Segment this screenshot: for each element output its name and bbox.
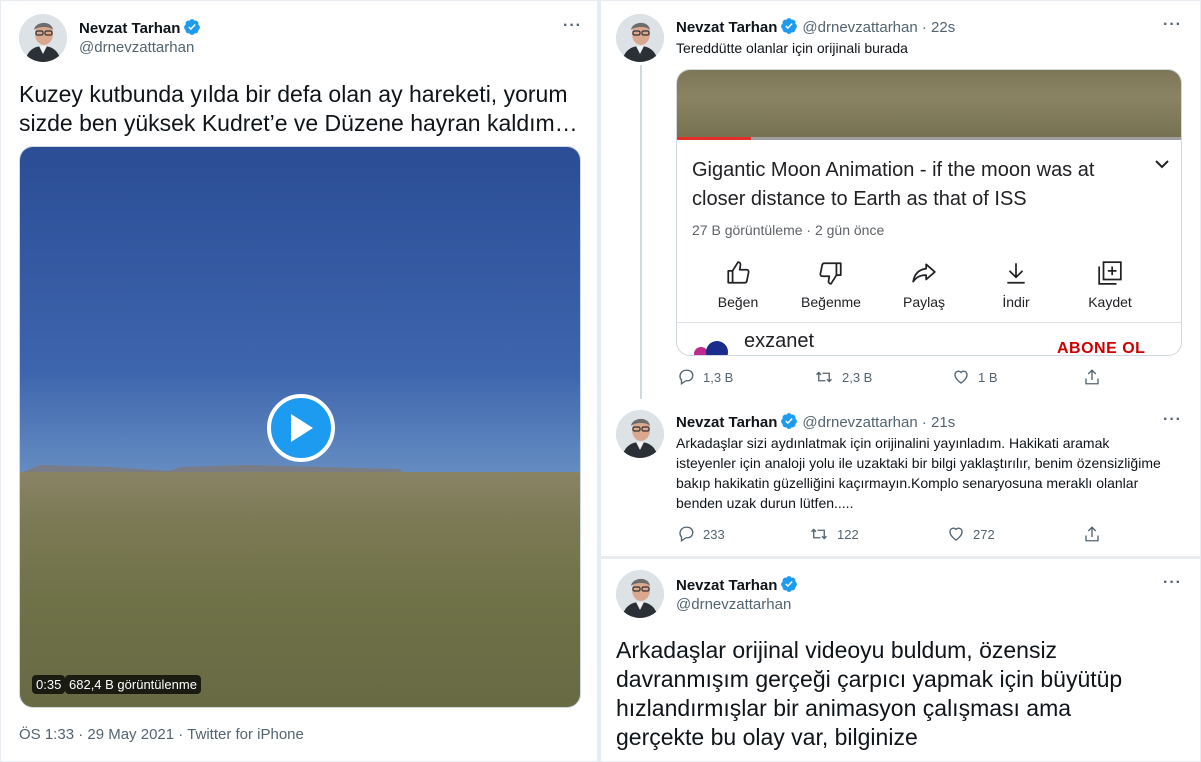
retweet-icon xyxy=(816,371,832,383)
video-stats: 27 B görüntüleme · 2 gün önce xyxy=(692,222,885,238)
share-video-label: Paylaş xyxy=(902,294,946,310)
reply-count: 233 xyxy=(703,526,725,542)
download-video-label: İndir xyxy=(1002,294,1030,310)
like-video-button[interactable]: Beğen xyxy=(693,258,783,310)
share-button[interactable] xyxy=(1083,368,1101,386)
more-options-icon[interactable]: ··· xyxy=(563,17,582,35)
add-to-playlist-icon xyxy=(1098,261,1122,285)
download-video-button[interactable]: İndir xyxy=(971,258,1061,310)
dislike-video-label: Beğenme xyxy=(801,294,861,310)
author-name-row[interactable]: Nevzat Tarhan xyxy=(676,575,798,594)
tweet-meta[interactable]: ÖS 1:33 · 29 May 2021 · Twitter for iPho… xyxy=(19,726,304,743)
play-icon xyxy=(291,414,313,442)
author-handle[interactable]: @drnevzattarhan xyxy=(676,596,791,613)
heart-icon xyxy=(954,370,968,384)
channel-name[interactable]: exzanet xyxy=(744,330,814,353)
save-video-label: Kaydet xyxy=(1088,294,1132,310)
dislike-video-button[interactable]: Beğenme xyxy=(786,258,876,310)
thumbs-down-icon xyxy=(819,262,842,285)
verified-badge-icon xyxy=(780,575,798,593)
author-name[interactable]: Nevzat Tarhan xyxy=(676,414,777,431)
save-video-button[interactable]: Kaydet xyxy=(1065,258,1155,310)
reply-thread: Nevzat Tarhan @drnevzattarhan · 22s ··· T… xyxy=(601,1,1200,556)
avatar[interactable] xyxy=(616,570,664,618)
reply-text: Arkadaşlar sizi aydınlatmak için orijina… xyxy=(676,435,1161,511)
youtube-card[interactable]: Gigantic Moon Animation - if the moon wa… xyxy=(676,69,1182,356)
main-tweet: Nevzat Tarhan @drnevzattarhan ··· Kuzey … xyxy=(1,1,597,761)
tweet-time[interactable]: · 21s xyxy=(922,414,955,431)
like-button[interactable]: 272 xyxy=(947,525,995,543)
author-name-row[interactable]: Nevzat Tarhan @drnevzattarhan · 22s xyxy=(676,17,955,36)
video-views: 682,4 B görüntülenme xyxy=(65,675,201,694)
reply-button[interactable]: 1,3 B xyxy=(677,368,733,386)
verified-badge-icon xyxy=(183,18,201,36)
reply-icon xyxy=(679,526,694,543)
author-handle[interactable]: @drnevzattarhan xyxy=(802,414,917,431)
thread-connector xyxy=(640,65,642,399)
video-title[interactable]: Gigantic Moon Animation - if the moon wa… xyxy=(692,156,1132,214)
share-video-button[interactable]: Paylaş xyxy=(879,258,969,310)
reply-button[interactable]: 233 xyxy=(677,525,725,543)
video-ground xyxy=(20,472,580,707)
channel-logo[interactable] xyxy=(691,336,733,356)
like-button[interactable]: 1 B xyxy=(952,368,998,386)
tweet-time[interactable]: · 22s xyxy=(922,19,955,36)
thumbs-up-icon xyxy=(727,261,750,284)
video-progress[interactable] xyxy=(677,137,1181,140)
more-options-icon[interactable]: ··· xyxy=(1163,411,1182,429)
author-name-row[interactable]: Nevzat Tarhan @drnevzattarhan · 21s xyxy=(676,412,955,431)
retweet-icon xyxy=(811,528,827,540)
video-player[interactable]: 0:35 682,4 B görüntülenme xyxy=(19,146,581,708)
video-progress-fill xyxy=(677,137,751,140)
chevron-down-icon[interactable] xyxy=(1155,156,1169,174)
author-name[interactable]: Nevzat Tarhan xyxy=(79,20,180,37)
like-video-label: Beğen xyxy=(717,294,759,310)
retweet-count: 122 xyxy=(837,526,859,542)
author-handle[interactable]: @drnevzattarhan xyxy=(79,39,194,56)
share-arrow-icon xyxy=(912,263,936,283)
reply-icon xyxy=(679,369,694,386)
more-options-icon[interactable]: ··· xyxy=(1163,574,1182,592)
reply-count: 1,3 B xyxy=(703,369,734,385)
tweet-text: Arkadaşlar orijinal videoyu buldum, özen… xyxy=(616,637,1123,750)
heart-icon xyxy=(949,527,963,541)
author-name[interactable]: Nevzat Tarhan xyxy=(676,577,777,594)
like-count: 272 xyxy=(973,526,995,542)
download-icon xyxy=(1007,263,1025,284)
video-thumbnail[interactable] xyxy=(677,70,1181,140)
verified-badge-icon xyxy=(780,17,798,35)
follow-up-tweet: Nevzat Tarhan @drnevzattarhan ··· Arkada… xyxy=(601,559,1200,761)
reply-text: Tereddütte olanlar için orijinali burada xyxy=(676,40,908,56)
retweet-button[interactable]: 2,3 B xyxy=(814,368,872,386)
play-button[interactable] xyxy=(267,394,335,462)
avatar[interactable] xyxy=(616,14,664,62)
more-options-icon[interactable]: ··· xyxy=(1163,16,1182,34)
share-icon xyxy=(1085,369,1099,385)
like-count: 1 B xyxy=(978,369,998,385)
retweet-count: 2,3 B xyxy=(842,369,873,385)
verified-badge-icon xyxy=(780,412,798,430)
share-button[interactable] xyxy=(1083,525,1101,543)
divider xyxy=(677,322,1181,323)
retweet-button[interactable]: 122 xyxy=(809,525,859,543)
video-duration: 0:35 xyxy=(32,675,66,694)
tweet-text: Kuzey kutbunda yılda bir defa olan ay ha… xyxy=(19,81,578,136)
avatar[interactable] xyxy=(616,410,664,458)
author-name[interactable]: Nevzat Tarhan xyxy=(676,19,777,36)
subscribe-button[interactable]: ABONE OL xyxy=(1057,340,1145,355)
avatar[interactable] xyxy=(19,14,67,62)
author-handle[interactable]: @drnevzattarhan xyxy=(802,19,917,36)
author-name-row[interactable]: Nevzat Tarhan xyxy=(79,18,201,37)
share-icon xyxy=(1085,526,1099,542)
